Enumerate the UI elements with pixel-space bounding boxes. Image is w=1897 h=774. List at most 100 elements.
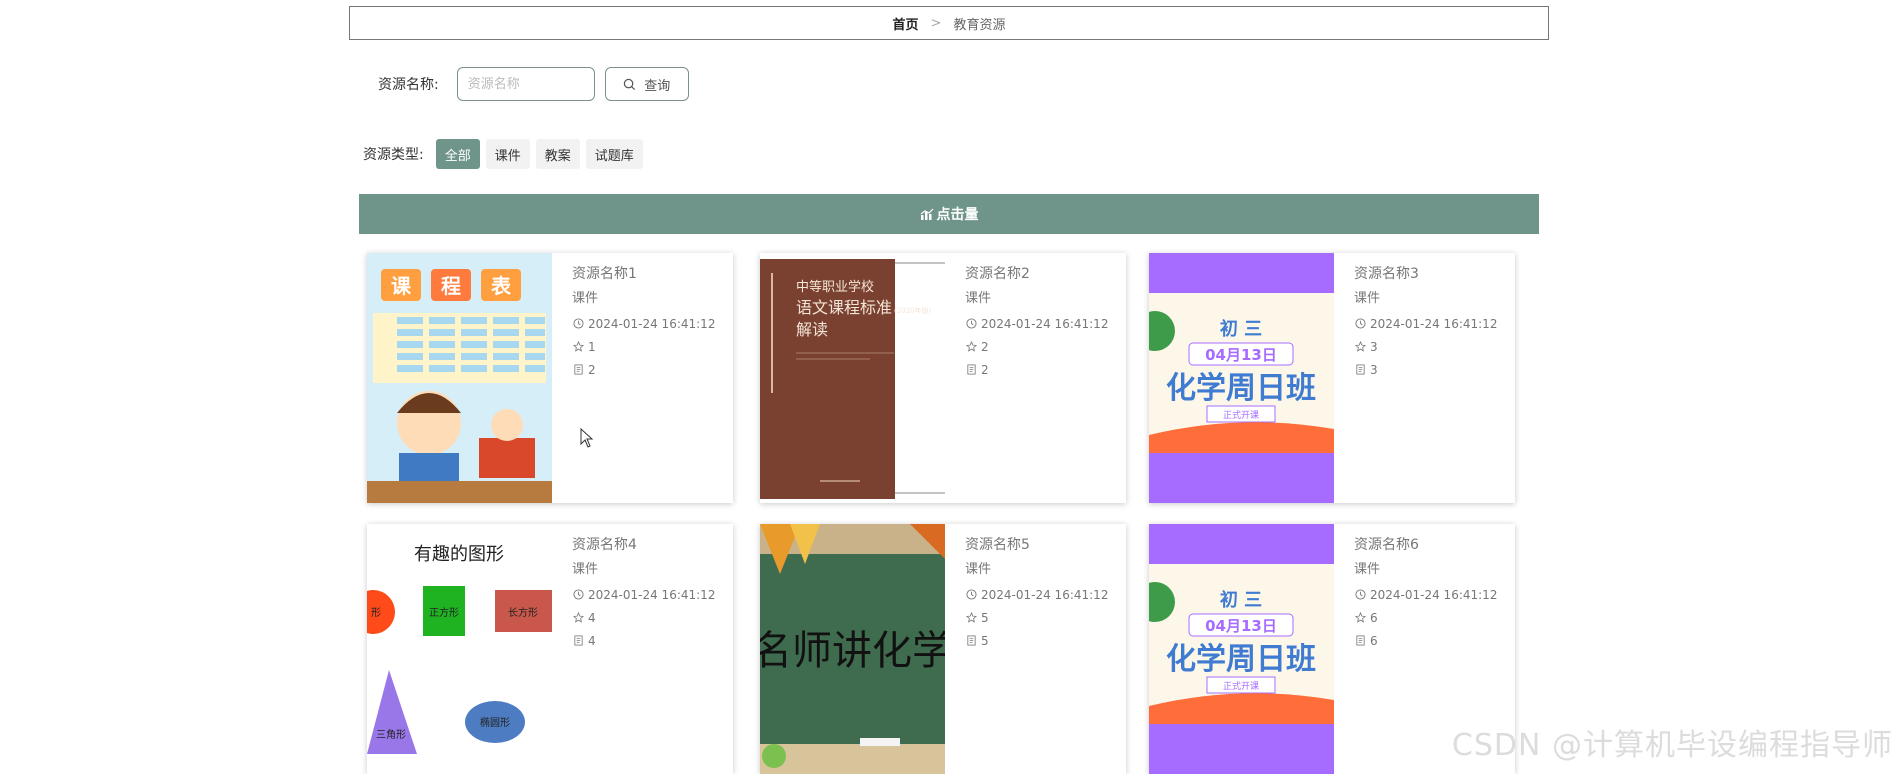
thumb-title-char: 课	[391, 274, 412, 298]
document-icon	[965, 363, 978, 376]
thumb-book-title2: 解读	[796, 320, 828, 339]
clock-icon	[1354, 317, 1367, 330]
resource-thumbnail[interactable]: 有趣的图形 形 正方形 长方形 三角形 椭圆形	[367, 524, 552, 774]
type-filter: 资源类型: 全部 课件 教案 试题库	[363, 138, 649, 170]
resource-time-row: 2024-01-24 16:41:12	[1354, 312, 1497, 335]
breadcrumb: 首页 > 教育资源	[349, 6, 1549, 40]
resource-stars-row: 5	[965, 606, 1108, 629]
watermark: CSDN @计算机毕设编程指导师	[1451, 728, 1893, 763]
resource-info: 资源名称2 课件 2024-01-24 16:41:12 2 2	[945, 253, 1108, 503]
resource-stars-row: 4	[572, 606, 715, 629]
resource-name[interactable]: 资源名称5	[965, 534, 1108, 554]
resource-card[interactable]: 初 三 04月13日 化学周日班 正式开课 资源名称3 课件 2024-01-2…	[1149, 253, 1515, 503]
star-icon	[965, 340, 978, 353]
resource-time-row: 2024-01-24 16:41:12	[965, 583, 1108, 606]
search-input[interactable]	[456, 67, 595, 101]
resource-type: 课件	[1354, 562, 1381, 577]
document-icon	[572, 363, 585, 376]
thumb-badge: 正式开课	[1223, 680, 1259, 692]
resource-time-row: 2024-01-24 16:41:12	[572, 312, 715, 335]
search-label: 资源名称:	[378, 77, 439, 93]
resource-count: 2	[588, 362, 596, 377]
thumb-book-title: 语文课程标准	[796, 298, 892, 317]
document-icon	[1354, 363, 1367, 376]
resource-count: 6	[1370, 633, 1378, 648]
resource-thumbnail[interactable]: 初 三 04月13日 化学周日班 正式开课	[1149, 524, 1334, 774]
thumb-date: 04月13日	[1205, 617, 1277, 635]
document-icon	[965, 634, 978, 647]
resource-info: 资源名称3 课件 2024-01-24 16:41:12 3 3	[1334, 253, 1497, 503]
search-row: 资源名称: 查询	[378, 66, 689, 102]
resource-type: 课件	[572, 291, 599, 306]
resource-thumbnail[interactable]: 名师讲化学	[760, 524, 945, 774]
resource-name[interactable]: 资源名称3	[1354, 263, 1497, 283]
resource-count-row: 5	[965, 629, 1108, 652]
clock-icon	[965, 588, 978, 601]
resource-card[interactable]: 名师讲化学 资源名称5 课件 2024-01-24 16:41:12 5 5	[760, 524, 1126, 774]
breadcrumb-current: 教育资源	[953, 17, 1006, 33]
resource-name[interactable]: 资源名称6	[1354, 534, 1497, 554]
document-icon	[1354, 634, 1367, 647]
resource-thumbnail[interactable]: 课 程 表	[367, 253, 552, 503]
clock-icon	[572, 317, 585, 330]
resource-count: 3	[1370, 362, 1378, 377]
resource-time: 2024-01-24 16:41:12	[588, 316, 716, 331]
resource-stars: 3	[1370, 339, 1378, 354]
type-filter-question-bank[interactable]: 试题库	[585, 139, 643, 169]
star-icon	[572, 611, 585, 624]
clock-icon	[965, 317, 978, 330]
resource-time-row: 2024-01-24 16:41:12	[1354, 583, 1497, 606]
mouse-cursor-icon	[580, 428, 594, 448]
clock-icon	[1354, 588, 1367, 601]
resource-info: 资源名称5 课件 2024-01-24 16:41:12 5 5	[945, 524, 1108, 774]
resource-thumbnail[interactable]: 初 三 04月13日 化学周日班 正式开课	[1149, 253, 1334, 503]
resource-time: 2024-01-24 16:41:12	[1370, 316, 1498, 331]
type-filter-lesson-plan[interactable]: 教案	[535, 139, 580, 169]
resource-card[interactable]: 中等职业学校 语文课程标准 (2020年版) 解读 资源名称2 课件 2024-…	[760, 253, 1126, 503]
thumb-grade: 初 三	[1220, 589, 1262, 611]
resource-name[interactable]: 资源名称4	[572, 534, 715, 554]
resource-count-row: 4	[572, 629, 715, 652]
resource-count-row: 2	[572, 358, 715, 381]
resource-stars: 2	[981, 339, 989, 354]
resource-time: 2024-01-24 16:41:12	[981, 316, 1109, 331]
thumb-label-triangle: 三角形	[376, 729, 406, 741]
resource-type: 课件	[1354, 291, 1381, 306]
resource-time: 2024-01-24 16:41:12	[588, 587, 716, 602]
resource-count-row: 2	[965, 358, 1108, 381]
resource-stars-row: 1	[572, 335, 715, 358]
thumb-book-subtitle: 中等职业学校	[796, 279, 874, 295]
resource-info: 资源名称4 课件 2024-01-24 16:41:12 4 4	[552, 524, 715, 774]
breadcrumb-separator: >	[930, 15, 942, 31]
resource-type: 课件	[965, 291, 992, 306]
resource-count-row: 3	[1354, 358, 1497, 381]
resource-stars-row: 2	[965, 335, 1108, 358]
resource-thumbnail[interactable]: 中等职业学校 语文课程标准 (2020年版) 解读	[760, 253, 945, 503]
thumb-headline: 化学周日班	[1166, 642, 1316, 677]
breadcrumb-home[interactable]: 首页	[893, 14, 919, 33]
resource-card[interactable]: 有趣的图形 形 正方形 长方形 三角形 椭圆形 资源名称4 课件 2024-01…	[367, 524, 733, 774]
resource-count: 2	[981, 362, 989, 377]
thumb-label-circle: 形	[371, 607, 381, 619]
resource-time-row: 2024-01-24 16:41:12	[965, 312, 1108, 335]
thumb-title: 有趣的图形	[414, 544, 504, 565]
resource-count-row: 6	[1354, 629, 1497, 652]
star-icon	[572, 340, 585, 353]
resource-card[interactable]: 课 程 表 资源名称1 课件 2024-01-24 16:41:12 1 2	[367, 253, 733, 503]
star-icon	[1354, 611, 1367, 624]
thumb-date: 04月13日	[1205, 346, 1277, 364]
star-icon	[965, 611, 978, 624]
type-filter-courseware[interactable]: 课件	[485, 139, 530, 169]
resource-stars: 6	[1370, 610, 1378, 625]
type-filter-all[interactable]: 全部	[435, 139, 480, 169]
resource-name[interactable]: 资源名称1	[572, 263, 715, 283]
resource-type: 课件	[572, 562, 599, 577]
resource-name[interactable]: 资源名称2	[965, 263, 1108, 283]
search-button[interactable]: 查询	[604, 67, 689, 101]
resource-stars-row: 3	[1354, 335, 1497, 358]
sort-by-clicks-bar[interactable]: 点击量	[359, 194, 1539, 234]
star-icon	[1354, 340, 1367, 353]
resource-stars: 5	[981, 610, 989, 625]
resource-info: 资源名称1 课件 2024-01-24 16:41:12 1 2	[552, 253, 715, 503]
type-filter-label: 资源类型:	[363, 147, 424, 163]
